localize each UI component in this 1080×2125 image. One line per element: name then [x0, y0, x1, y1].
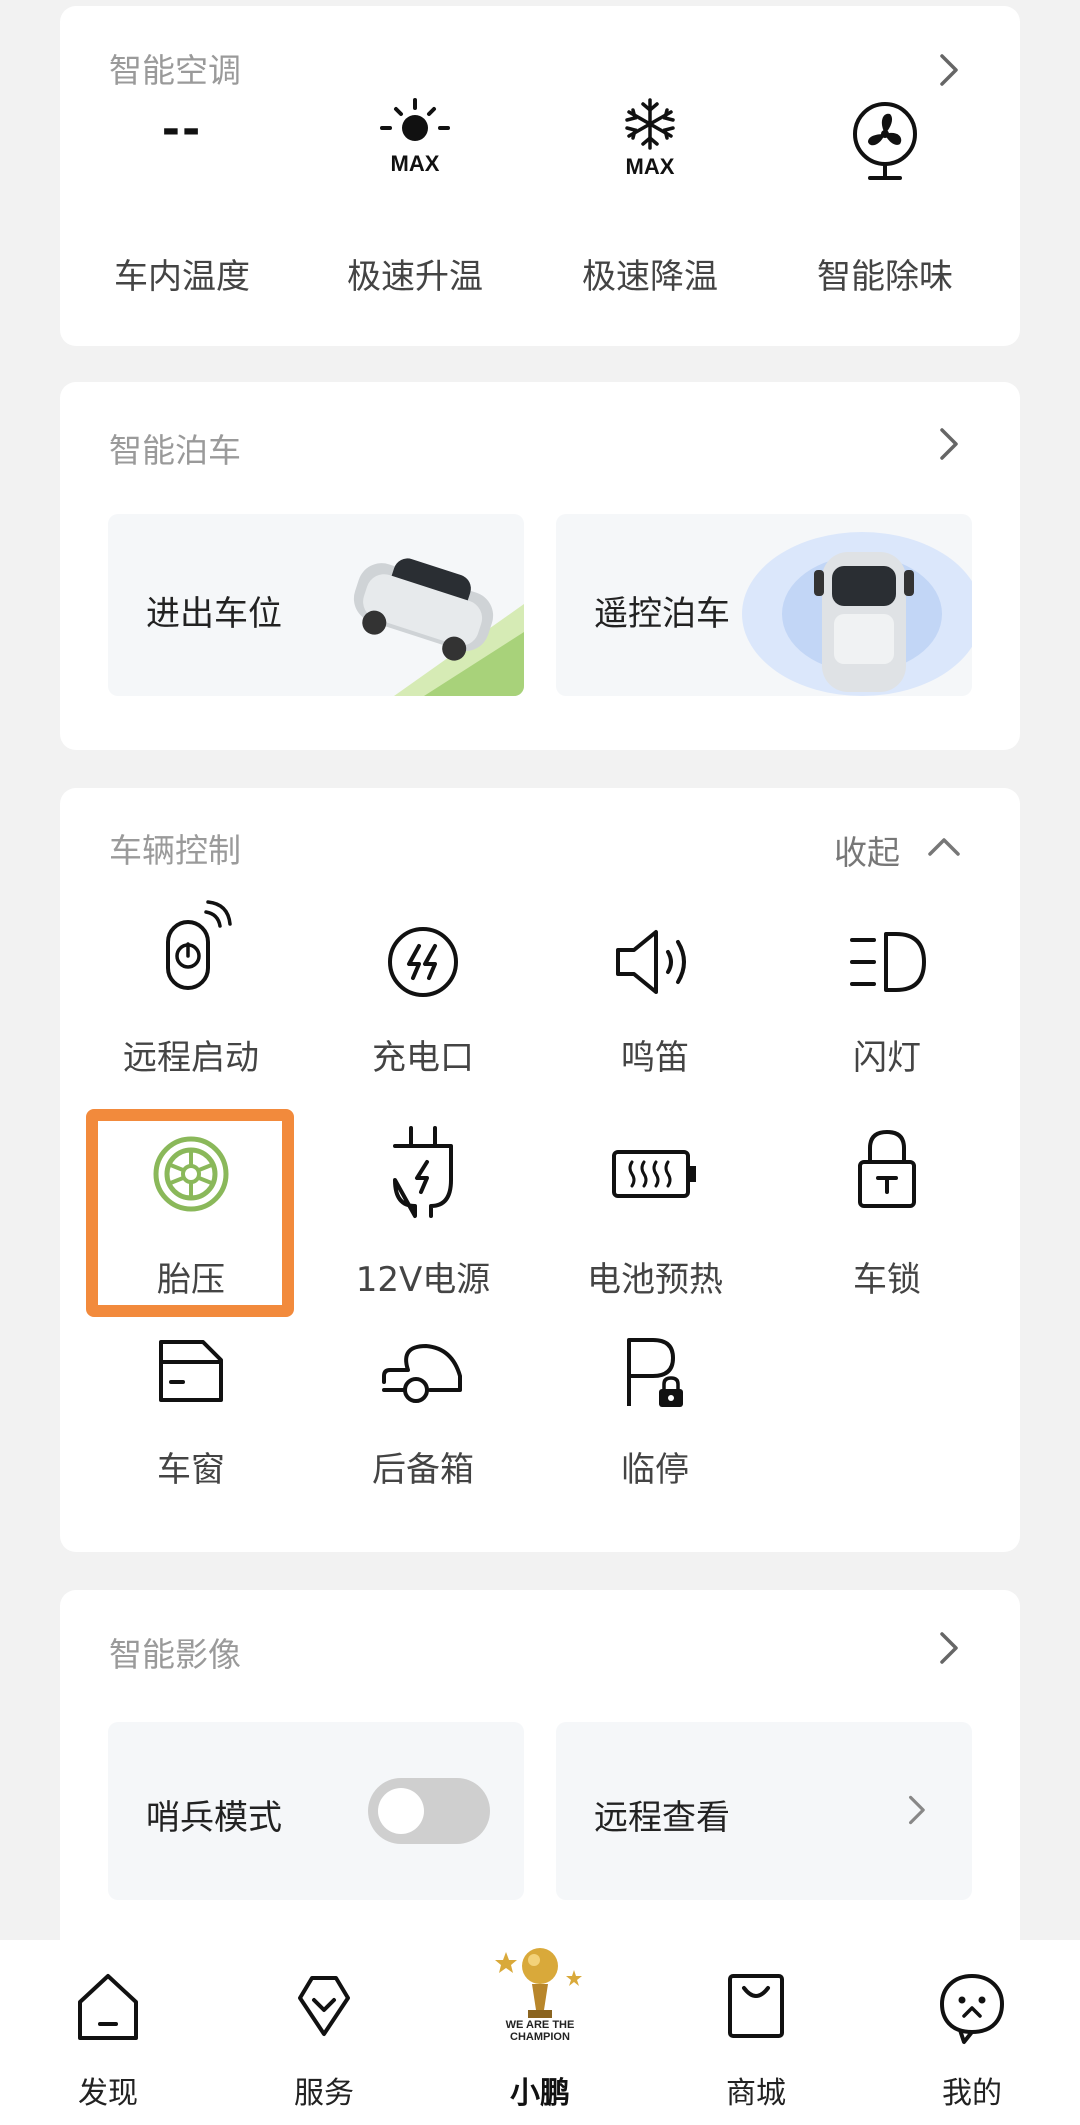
video-card-title: 智能影像	[109, 1635, 241, 1674]
headlight-icon	[850, 932, 926, 992]
tile-label: 遥控泊车	[594, 594, 730, 634]
sun-max-icon: MAX	[380, 98, 450, 176]
ac-card: 智能空调 -- 车内温度 MAX 极速升温 MAX 极速降温 智能除味	[60, 6, 1020, 346]
parking-card-title: 智能泊车	[109, 431, 241, 470]
control-label: 闪灯	[853, 1038, 921, 1078]
ac-item-rapid-cool[interactable]: MAX 极速降温	[535, 86, 765, 306]
svg-text:CHAMPION: CHAMPION	[510, 2031, 570, 2043]
chevron-right-icon	[909, 1795, 925, 1825]
control-label: 车窗	[157, 1450, 225, 1490]
ac-item-label: 车内温度	[114, 257, 250, 297]
tab-label: 小鹏	[510, 2076, 570, 2111]
bottom-tab-bar: 发现 服务 WE ARE THE CHAMPION 小鹏 商城 我的	[0, 1940, 1080, 2125]
plug-icon	[393, 1126, 453, 1218]
temporary-parking-button[interactable]: 临停	[540, 1330, 770, 1510]
car-remote-image	[742, 532, 972, 696]
remote-view-label: 远程查看	[594, 1798, 730, 1838]
ac-card-title: 智能空调	[109, 51, 241, 90]
tab-discover[interactable]: 发现	[0, 1940, 216, 2125]
tab-mine[interactable]: 我的	[864, 1940, 1080, 2125]
chevron-up-icon	[928, 838, 960, 856]
control-label: 后备箱	[372, 1450, 474, 1490]
trunk-icon	[382, 1344, 462, 1403]
charge-port-button[interactable]: 充电口	[308, 900, 538, 1080]
tab-xiaopeng[interactable]: WE ARE THE CHAMPION 小鹏	[432, 1940, 648, 2125]
charge-port-icon	[388, 927, 458, 997]
parking-card: 智能泊车 进出车位 遥控泊车	[60, 382, 1020, 750]
tile-label: 进出车位	[146, 594, 282, 634]
sentry-mode-label: 哨兵模式	[146, 1798, 282, 1838]
control-label: 车锁	[853, 1260, 921, 1300]
lock-icon	[858, 1129, 916, 1208]
tab-service[interactable]: 服务	[216, 1940, 432, 2125]
remote-start-icon	[166, 900, 232, 990]
tab-label: 发现	[78, 2076, 138, 2111]
toggle-knob	[378, 1788, 424, 1834]
collapse-label: 收起	[834, 833, 900, 872]
tire-pressure-highlight	[86, 1109, 294, 1317]
12v-power-button[interactable]: 12V电源	[308, 1124, 538, 1304]
ac-item-label: 极速升温	[347, 257, 483, 297]
profile-chat-icon	[940, 1974, 1004, 2044]
chevron-right-icon[interactable]	[928, 1628, 968, 1668]
horn-button[interactable]: 鸣笛	[540, 900, 770, 1080]
snowflake-max-icon: MAX	[625, 98, 675, 179]
ac-item-label: 极速降温	[582, 257, 718, 297]
flash-lights-button[interactable]: 闪灯	[772, 900, 1002, 1080]
sentry-mode-toggle[interactable]	[368, 1778, 490, 1844]
control-label: 电池预热	[587, 1260, 723, 1300]
tab-label: 我的	[942, 2076, 1002, 2111]
ac-item-cabin-temp[interactable]: -- 车内温度	[67, 86, 297, 306]
home-icon	[78, 1974, 138, 2040]
ac-item-rapid-heat[interactable]: MAX 极速升温	[300, 86, 530, 306]
control-label: 鸣笛	[621, 1038, 689, 1078]
tab-shop[interactable]: 商城	[648, 1940, 864, 2125]
car-parking-image	[353, 558, 524, 696]
control-label: 12V电源	[355, 1260, 491, 1300]
control-label: 远程启动	[123, 1038, 259, 1078]
chevron-right-icon[interactable]	[928, 50, 968, 90]
ac-item-label: 智能除味	[817, 257, 953, 297]
window-icon	[159, 1340, 223, 1402]
auto-park-tile[interactable]: 进出车位	[108, 514, 524, 696]
chevron-right-icon[interactable]	[928, 424, 968, 464]
tab-label: 服务	[294, 2076, 354, 2111]
sentry-mode-tile: 哨兵模式	[108, 1722, 524, 1900]
remote-view-tile[interactable]: 远程查看	[556, 1722, 972, 1900]
temperature-value: --	[161, 104, 203, 155]
horn-icon	[616, 930, 686, 994]
shop-bag-icon	[728, 1974, 784, 2038]
battery-heat-icon	[612, 1150, 696, 1198]
svg-text:WE ARE THE: WE ARE THE	[506, 2019, 575, 2031]
battery-preheat-button[interactable]: 电池预热	[540, 1124, 770, 1304]
window-button[interactable]: 车窗	[76, 1330, 306, 1510]
parking-lock-icon	[627, 1338, 683, 1407]
ac-item-deodorize[interactable]: 智能除味	[770, 86, 1000, 306]
control-label: 临停	[621, 1450, 689, 1490]
trunk-button[interactable]: 后备箱	[308, 1330, 538, 1510]
svg-text:MAX: MAX	[626, 154, 675, 179]
fan-icon	[853, 102, 917, 180]
tab-label: 商城	[726, 2076, 786, 2111]
control-label: 充电口	[372, 1038, 474, 1078]
svg-text:MAX: MAX	[391, 151, 440, 176]
service-icon	[298, 1976, 350, 2036]
collapse-button[interactable]: 收起	[834, 826, 974, 872]
champion-logo-icon: WE ARE THE CHAMPION	[495, 1948, 582, 2043]
remote-start-button[interactable]: 远程启动	[76, 900, 306, 1080]
lock-button[interactable]: 车锁	[772, 1124, 1002, 1304]
remote-park-tile[interactable]: 遥控泊车	[556, 514, 972, 696]
vehicle-card-title: 车辆控制	[109, 831, 241, 870]
